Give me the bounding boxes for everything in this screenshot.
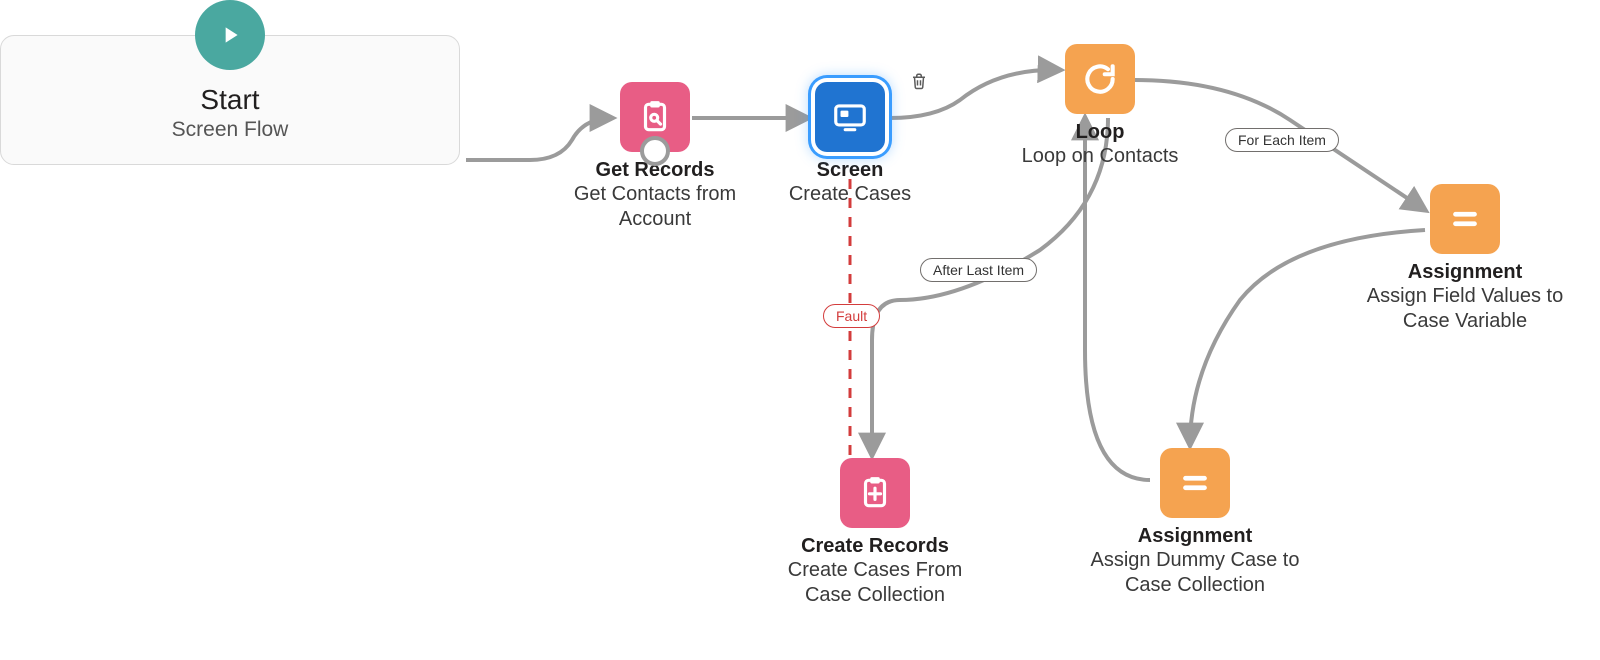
node-type: Screen xyxy=(780,158,920,182)
play-icon xyxy=(195,0,265,70)
equals-icon xyxy=(1430,184,1500,254)
node-type: Assignment xyxy=(1360,260,1570,284)
node-label: Loop on Contacts xyxy=(1000,144,1200,169)
node-type: Assignment xyxy=(1090,524,1300,548)
node-loop[interactable]: Loop Loop on Contacts xyxy=(1000,44,1200,169)
connector-dummy-to-loop[interactable] xyxy=(1085,118,1150,480)
node-screen[interactable]: Screen Create Cases xyxy=(780,82,920,207)
screen-icon xyxy=(815,82,885,152)
loop-icon xyxy=(1065,44,1135,114)
node-type: Loop xyxy=(1000,120,1200,144)
clipboard-search-icon xyxy=(620,82,690,152)
node-get-records[interactable]: Get Records Get Contacts from Account xyxy=(560,82,750,232)
end-dot xyxy=(640,136,670,166)
pill-fault: Fault xyxy=(823,304,880,328)
node-assignment-dummy[interactable]: Assignment Assign Dummy Case to Case Col… xyxy=(1090,448,1300,598)
node-label: Get Contacts from Account xyxy=(560,182,750,232)
clipboard-plus-icon xyxy=(840,458,910,528)
node-create-records[interactable]: Create Records Create Cases From Case Co… xyxy=(775,458,975,608)
node-type: Create Records xyxy=(775,534,975,558)
equals-icon xyxy=(1160,448,1230,518)
node-label: Assign Field Values to Case Variable xyxy=(1360,284,1570,334)
pill-for-each: For Each Item xyxy=(1225,128,1339,152)
node-label: Create Cases From Case Collection xyxy=(775,558,975,608)
node-label: Create Cases xyxy=(780,182,920,207)
node-assignment-field-values[interactable]: Assignment Assign Field Values to Case V… xyxy=(1360,184,1570,334)
node-label: Assign Dummy Case to Case Collection xyxy=(1090,548,1300,598)
pill-after-last: After Last Item xyxy=(920,258,1037,282)
delete-icon[interactable] xyxy=(910,72,928,95)
